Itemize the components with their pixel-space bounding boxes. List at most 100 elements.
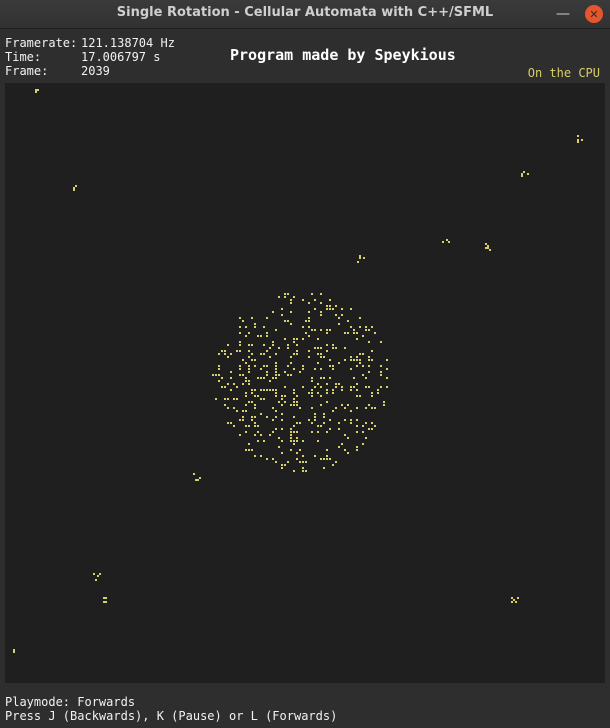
cell — [386, 377, 388, 379]
cell — [329, 305, 331, 307]
cell — [317, 440, 319, 442]
cell — [380, 371, 382, 373]
cell — [248, 443, 250, 445]
cell — [218, 368, 220, 370]
cell — [356, 338, 358, 340]
cell — [293, 341, 295, 343]
cell — [577, 139, 579, 141]
cell — [239, 419, 241, 421]
cell — [371, 428, 373, 430]
title-bar[interactable]: Single Rotation - Cellular Automata with… — [0, 0, 610, 29]
cell — [359, 317, 361, 319]
cell — [363, 257, 365, 259]
cell — [368, 329, 370, 331]
cell — [287, 374, 289, 376]
cell — [245, 431, 247, 433]
cell — [248, 401, 250, 403]
cell — [242, 383, 244, 385]
cell — [347, 437, 349, 439]
cell — [251, 449, 253, 451]
cell — [338, 446, 340, 448]
cell — [353, 332, 355, 334]
cell — [257, 440, 259, 442]
cell — [314, 419, 316, 421]
cell — [356, 431, 358, 433]
cell — [248, 344, 250, 346]
cell — [248, 371, 250, 373]
cell — [221, 350, 223, 352]
cell — [353, 359, 355, 361]
cell — [353, 386, 355, 388]
cell — [293, 404, 295, 406]
cell — [356, 407, 358, 409]
cell — [248, 449, 250, 451]
cell — [296, 422, 298, 424]
cell — [356, 449, 358, 451]
cell — [224, 404, 226, 406]
cell — [230, 422, 232, 424]
cell — [296, 437, 298, 439]
cell — [383, 401, 385, 403]
cell — [272, 458, 274, 460]
cell — [513, 599, 515, 601]
cell — [365, 407, 367, 409]
cell — [230, 377, 232, 379]
cell — [266, 416, 268, 418]
cell — [383, 404, 385, 406]
window-title: Single Rotation - Cellular Automata with… — [116, 5, 494, 20]
cell — [341, 443, 343, 445]
cell — [380, 374, 382, 376]
cell — [275, 461, 277, 463]
cell — [275, 371, 277, 373]
cell — [248, 356, 250, 358]
cell — [227, 383, 229, 385]
cell — [302, 461, 304, 463]
cell — [260, 389, 262, 391]
cell — [278, 347, 280, 349]
cell — [344, 347, 346, 349]
cell — [368, 371, 370, 373]
cell — [284, 338, 286, 340]
cell — [347, 320, 349, 322]
cell — [371, 407, 373, 409]
cell — [359, 257, 361, 259]
cell — [335, 386, 337, 388]
cell — [257, 335, 259, 337]
cell — [37, 89, 39, 91]
cell — [296, 401, 298, 403]
cell — [577, 135, 579, 137]
cell — [362, 335, 364, 337]
cell — [332, 347, 334, 349]
cell — [275, 374, 277, 376]
cell — [251, 317, 253, 319]
cell — [290, 356, 292, 358]
cell — [305, 320, 307, 322]
stats-panel: Framerate: 121.138704 Hz Time: 17.006797 s… — [5, 36, 175, 78]
time-value: 17.006797 s — [81, 50, 161, 64]
cell — [254, 359, 256, 361]
cell — [311, 389, 313, 391]
cell — [362, 365, 364, 367]
cell — [296, 452, 298, 454]
cell — [353, 377, 355, 379]
close-button[interactable]: ✕ — [585, 5, 603, 23]
cell — [359, 326, 361, 328]
cell — [254, 323, 256, 325]
cell — [320, 377, 322, 379]
cell — [374, 332, 376, 334]
cell — [245, 410, 247, 412]
simulation-canvas[interactable] — [5, 83, 605, 683]
cell — [344, 419, 346, 421]
cell — [326, 329, 328, 331]
cell — [272, 431, 274, 433]
cell — [227, 422, 229, 424]
cell — [329, 458, 331, 460]
minimize-button[interactable]: — — [554, 5, 572, 23]
cell — [314, 299, 316, 301]
cell — [287, 461, 289, 463]
cell — [296, 404, 298, 406]
time-row: Time: 17.006797 s — [5, 50, 175, 64]
cell — [103, 597, 105, 599]
cell — [320, 386, 322, 388]
cell — [356, 389, 358, 391]
